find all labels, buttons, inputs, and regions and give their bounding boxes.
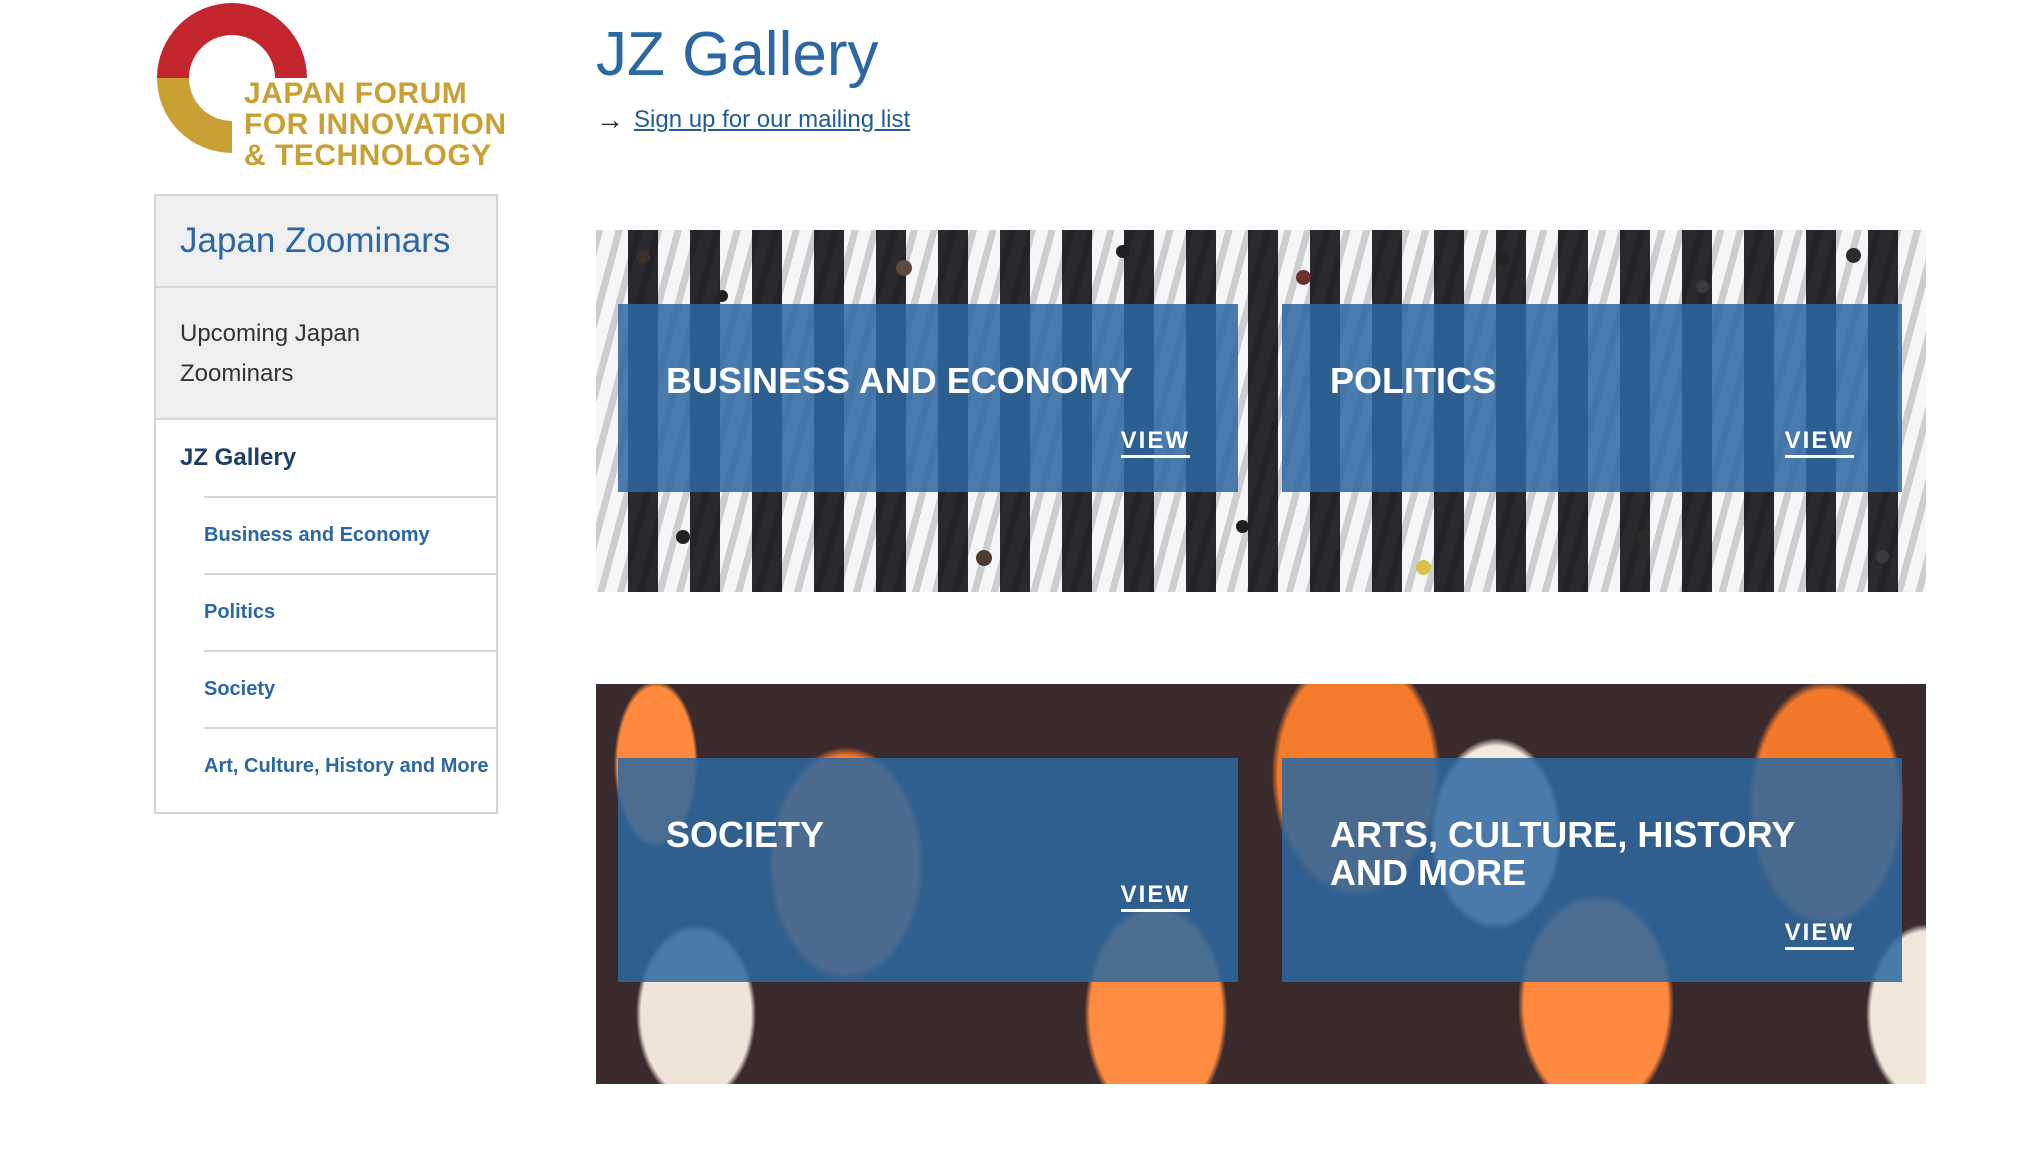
gallery-row-crosswalk: BUSINESS AND ECONOMY VIEW POLITICS VIEW: [596, 230, 1926, 592]
sidebar-item-upcoming-zoominars[interactable]: Upcoming Japan Zoominars: [156, 288, 496, 420]
sidebar-subitem-society[interactable]: Society: [204, 650, 496, 727]
gallery-card-society[interactable]: SOCIETY VIEW: [618, 758, 1238, 982]
view-link[interactable]: VIEW: [1784, 428, 1854, 458]
gallery-card-arts-culture[interactable]: ARTS, CULTURE, HISTORY AND MORE VIEW: [1282, 758, 1902, 982]
logo-wordmark: JAPAN FORUM FOR INNOVATION & TECHNOLOGY: [244, 77, 507, 172]
site-logo[interactable]: JAPAN FORUM FOR INNOVATION & TECHNOLOGY: [154, 0, 514, 175]
gallery-row-lanterns: SOCIETY VIEW ARTS, CULTURE, HISTORY AND …: [596, 684, 1926, 1084]
sidebar-item-upcoming-line2: Zoominars: [180, 360, 294, 387]
view-link[interactable]: VIEW: [1120, 882, 1190, 912]
view-link[interactable]: VIEW: [1120, 428, 1190, 458]
gallery-card-business-economy[interactable]: BUSINESS AND ECONOMY VIEW: [618, 304, 1238, 492]
sidebar-item-upcoming-line1: Upcoming Japan: [180, 320, 361, 347]
sidebar-item-jz-gallery[interactable]: JZ Gallery: [156, 420, 496, 496]
view-link[interactable]: VIEW: [1784, 920, 1854, 950]
mailing-list-link[interactable]: Sign up for our mailing list: [634, 106, 910, 134]
card-title: BUSINESS AND ECONOMY: [666, 360, 1133, 401]
arrow-right-icon: →: [596, 104, 624, 135]
sidebar-subitem-business-economy[interactable]: Business and Economy: [204, 496, 496, 573]
sidebar-title[interactable]: Japan Zoominars: [156, 196, 496, 288]
page-title: JZ Gallery: [596, 20, 879, 89]
card-title: SOCIETY: [666, 814, 825, 855]
card-title: ARTS, CULTURE, HISTORY AND MORE: [1330, 814, 1795, 893]
gallery-card-politics[interactable]: POLITICS VIEW: [1282, 304, 1902, 492]
sidebar-subitem-art-culture[interactable]: Art, Culture, History and More: [204, 727, 496, 804]
sidebar-subitem-politics[interactable]: Politics: [204, 573, 496, 650]
sidebar-nav: Japan Zoominars Upcoming Japan Zoominars…: [154, 194, 498, 814]
card-title: POLITICS: [1330, 360, 1497, 401]
mailing-list-row: → Sign up for our mailing list: [596, 104, 910, 136]
sidebar-title-label: Japan Zoominars: [180, 221, 451, 260]
